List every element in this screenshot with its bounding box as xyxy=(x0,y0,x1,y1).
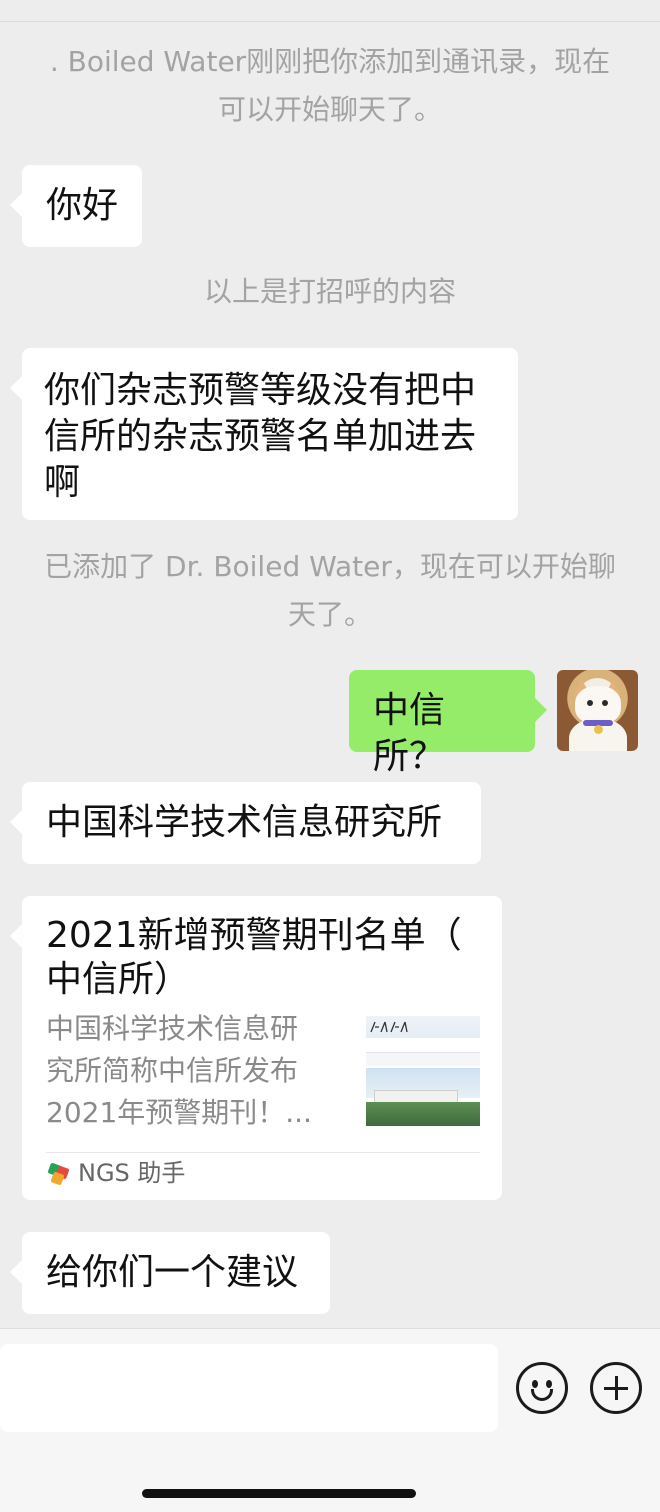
incoming-message-suggestion[interactable]: 给你们一个建议 xyxy=(10,1232,330,1314)
home-indicator[interactable] xyxy=(142,1489,416,1498)
incoming-message-greeting[interactable]: 你好 xyxy=(10,165,142,247)
top-divider xyxy=(0,0,660,22)
thumbnail-nav xyxy=(366,1052,480,1066)
message-text: 给你们一个建议 xyxy=(46,1252,299,1293)
incoming-message-answer[interactable]: 中国科学技术信息研究所 xyxy=(10,782,481,864)
article-description: 中国科学技术信息研 究所简称中信所发布 2021年预警期刊！... xyxy=(46,1012,312,1129)
outgoing-message-reply[interactable]: 中信所？ xyxy=(349,670,547,777)
system-message-added-contact: 已添加了 Dr. Boiled Water，现在可以开始聊 天了。 xyxy=(44,550,616,631)
article-source: NGS 助手 xyxy=(78,1159,186,1187)
message-text: 你好 xyxy=(46,185,119,226)
system-message-greeting-note: 以上是打招呼的内容 xyxy=(203,275,456,308)
system-message-added-by-contact: . Boiled Water刚刚把你添加到通讯录，现在 可以开始聊天了。 xyxy=(49,45,611,126)
message-text: 中国科学技术信息研究所 xyxy=(46,802,443,843)
thumbnail-grass xyxy=(366,1102,480,1126)
card-divider xyxy=(46,1152,480,1153)
message-text: 中信所？ xyxy=(373,690,446,777)
message-text: 你们杂志预警等级没有把中 信所的杂志预警名单加进去 啊 xyxy=(44,370,477,503)
incoming-message-question[interactable]: 你们杂志预警等级没有把中 信所的杂志预警名单加进去 啊 xyxy=(10,348,518,520)
institute-logo-icon xyxy=(370,1020,414,1037)
ngs-source-icon xyxy=(47,1162,70,1186)
avatar[interactable] xyxy=(557,670,638,751)
emoji-icon[interactable] xyxy=(516,1362,568,1414)
emoji-mouth-icon xyxy=(531,1389,553,1401)
emoji-eye-left-icon xyxy=(532,1380,538,1388)
cat-eye-left xyxy=(587,700,593,706)
plus-icon[interactable] xyxy=(590,1362,642,1414)
cat-eye-right xyxy=(602,700,608,706)
message-input[interactable] xyxy=(0,1344,498,1432)
shared-article-card[interactable]: 2021新增预警期刊名单（ 中信所） 中国科学技术信息研 究所简称中信所发布 2… xyxy=(10,896,502,1200)
cat-bell xyxy=(594,725,603,734)
emoji-eye-right-icon xyxy=(546,1380,552,1388)
article-title: 2021新增预警期刊名单（ 中信所） xyxy=(46,915,462,1000)
article-thumbnail xyxy=(366,1016,480,1126)
plus-vertical-icon xyxy=(615,1376,618,1400)
